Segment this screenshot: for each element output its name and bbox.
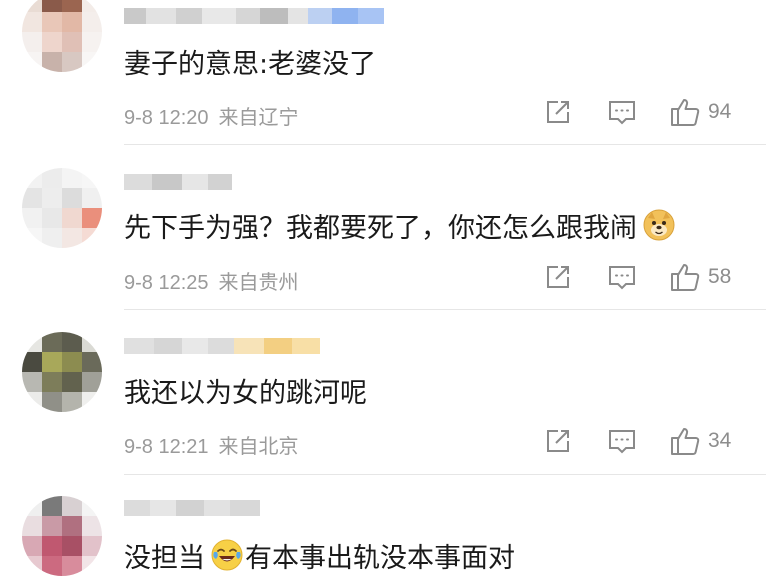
like-button[interactable]: 94 <box>670 97 731 127</box>
like-count: 94 <box>708 100 732 123</box>
like-count: 34 <box>708 429 732 452</box>
share-button[interactable] <box>545 264 571 290</box>
comment-icon <box>609 430 635 454</box>
share-button[interactable] <box>545 99 571 125</box>
comment-text: 没担当 有本事出轨没本事面对 <box>124 535 515 575</box>
comment-text-after: 有本事出轨没本事面对 <box>245 542 515 574</box>
crying-laughing-emoji <box>211 539 243 571</box>
comment-text-content: 妻子的意思:老婆没了 <box>124 48 377 80</box>
reply-button[interactable] <box>608 429 636 455</box>
thumbs-up-icon <box>671 264 700 291</box>
username-blurred[interactable] <box>124 500 260 516</box>
like-count: 58 <box>708 265 732 288</box>
divider <box>124 144 766 145</box>
comment-text: 妻子的意思:老婆没了 <box>124 42 376 80</box>
like-button[interactable]: 58 <box>670 262 731 292</box>
comment-date: 9-8 12:20 <box>124 107 209 129</box>
share-button[interactable] <box>545 428 571 454</box>
username-blurred[interactable] <box>124 338 320 354</box>
comment-meta: 9-8 12:25 来自贵州 <box>124 266 299 295</box>
username-blurred[interactable] <box>124 174 232 190</box>
share-icon <box>547 266 569 288</box>
comment-text: 先下手为强？我都要死了，你还怎么跟我闹 <box>124 205 677 245</box>
thumbs-up-icon <box>671 99 700 126</box>
comment-text-content: 我还以为女的跳河呢 <box>124 377 367 409</box>
comment-text-before: 没担当 <box>124 542 205 574</box>
comment-location: 来自贵州 <box>218 272 299 294</box>
avatar[interactable] <box>22 332 102 412</box>
thumbs-up-icon <box>671 428 700 455</box>
comment-date: 9-8 12:21 <box>124 436 209 458</box>
share-icon <box>547 101 569 123</box>
divider <box>124 474 766 475</box>
comment-date: 9-8 12:25 <box>124 272 209 294</box>
reply-button[interactable] <box>608 100 636 126</box>
avatar[interactable] <box>22 0 102 72</box>
comment-icon <box>609 101 635 125</box>
comment-meta: 9-8 12:20 来自辽宁 <box>124 101 299 130</box>
comment-icon <box>609 266 635 290</box>
comment-location: 来自辽宁 <box>218 107 299 129</box>
comment-location: 来自北京 <box>218 436 299 458</box>
comment-text: 我还以为女的跳河呢 <box>124 370 367 410</box>
comment-meta: 9-8 12:21 来自北京 <box>124 430 299 459</box>
doge-emoji <box>643 209 675 241</box>
username-blurred[interactable] <box>124 8 384 24</box>
like-button[interactable]: 34 <box>670 426 731 456</box>
divider <box>124 309 766 310</box>
comment-text-content: 先下手为强？我都要死了，你还怎么跟我闹 <box>124 212 637 244</box>
reply-button[interactable] <box>608 265 636 291</box>
avatar[interactable] <box>22 168 102 248</box>
avatar[interactable] <box>22 496 102 576</box>
share-icon <box>547 430 569 452</box>
